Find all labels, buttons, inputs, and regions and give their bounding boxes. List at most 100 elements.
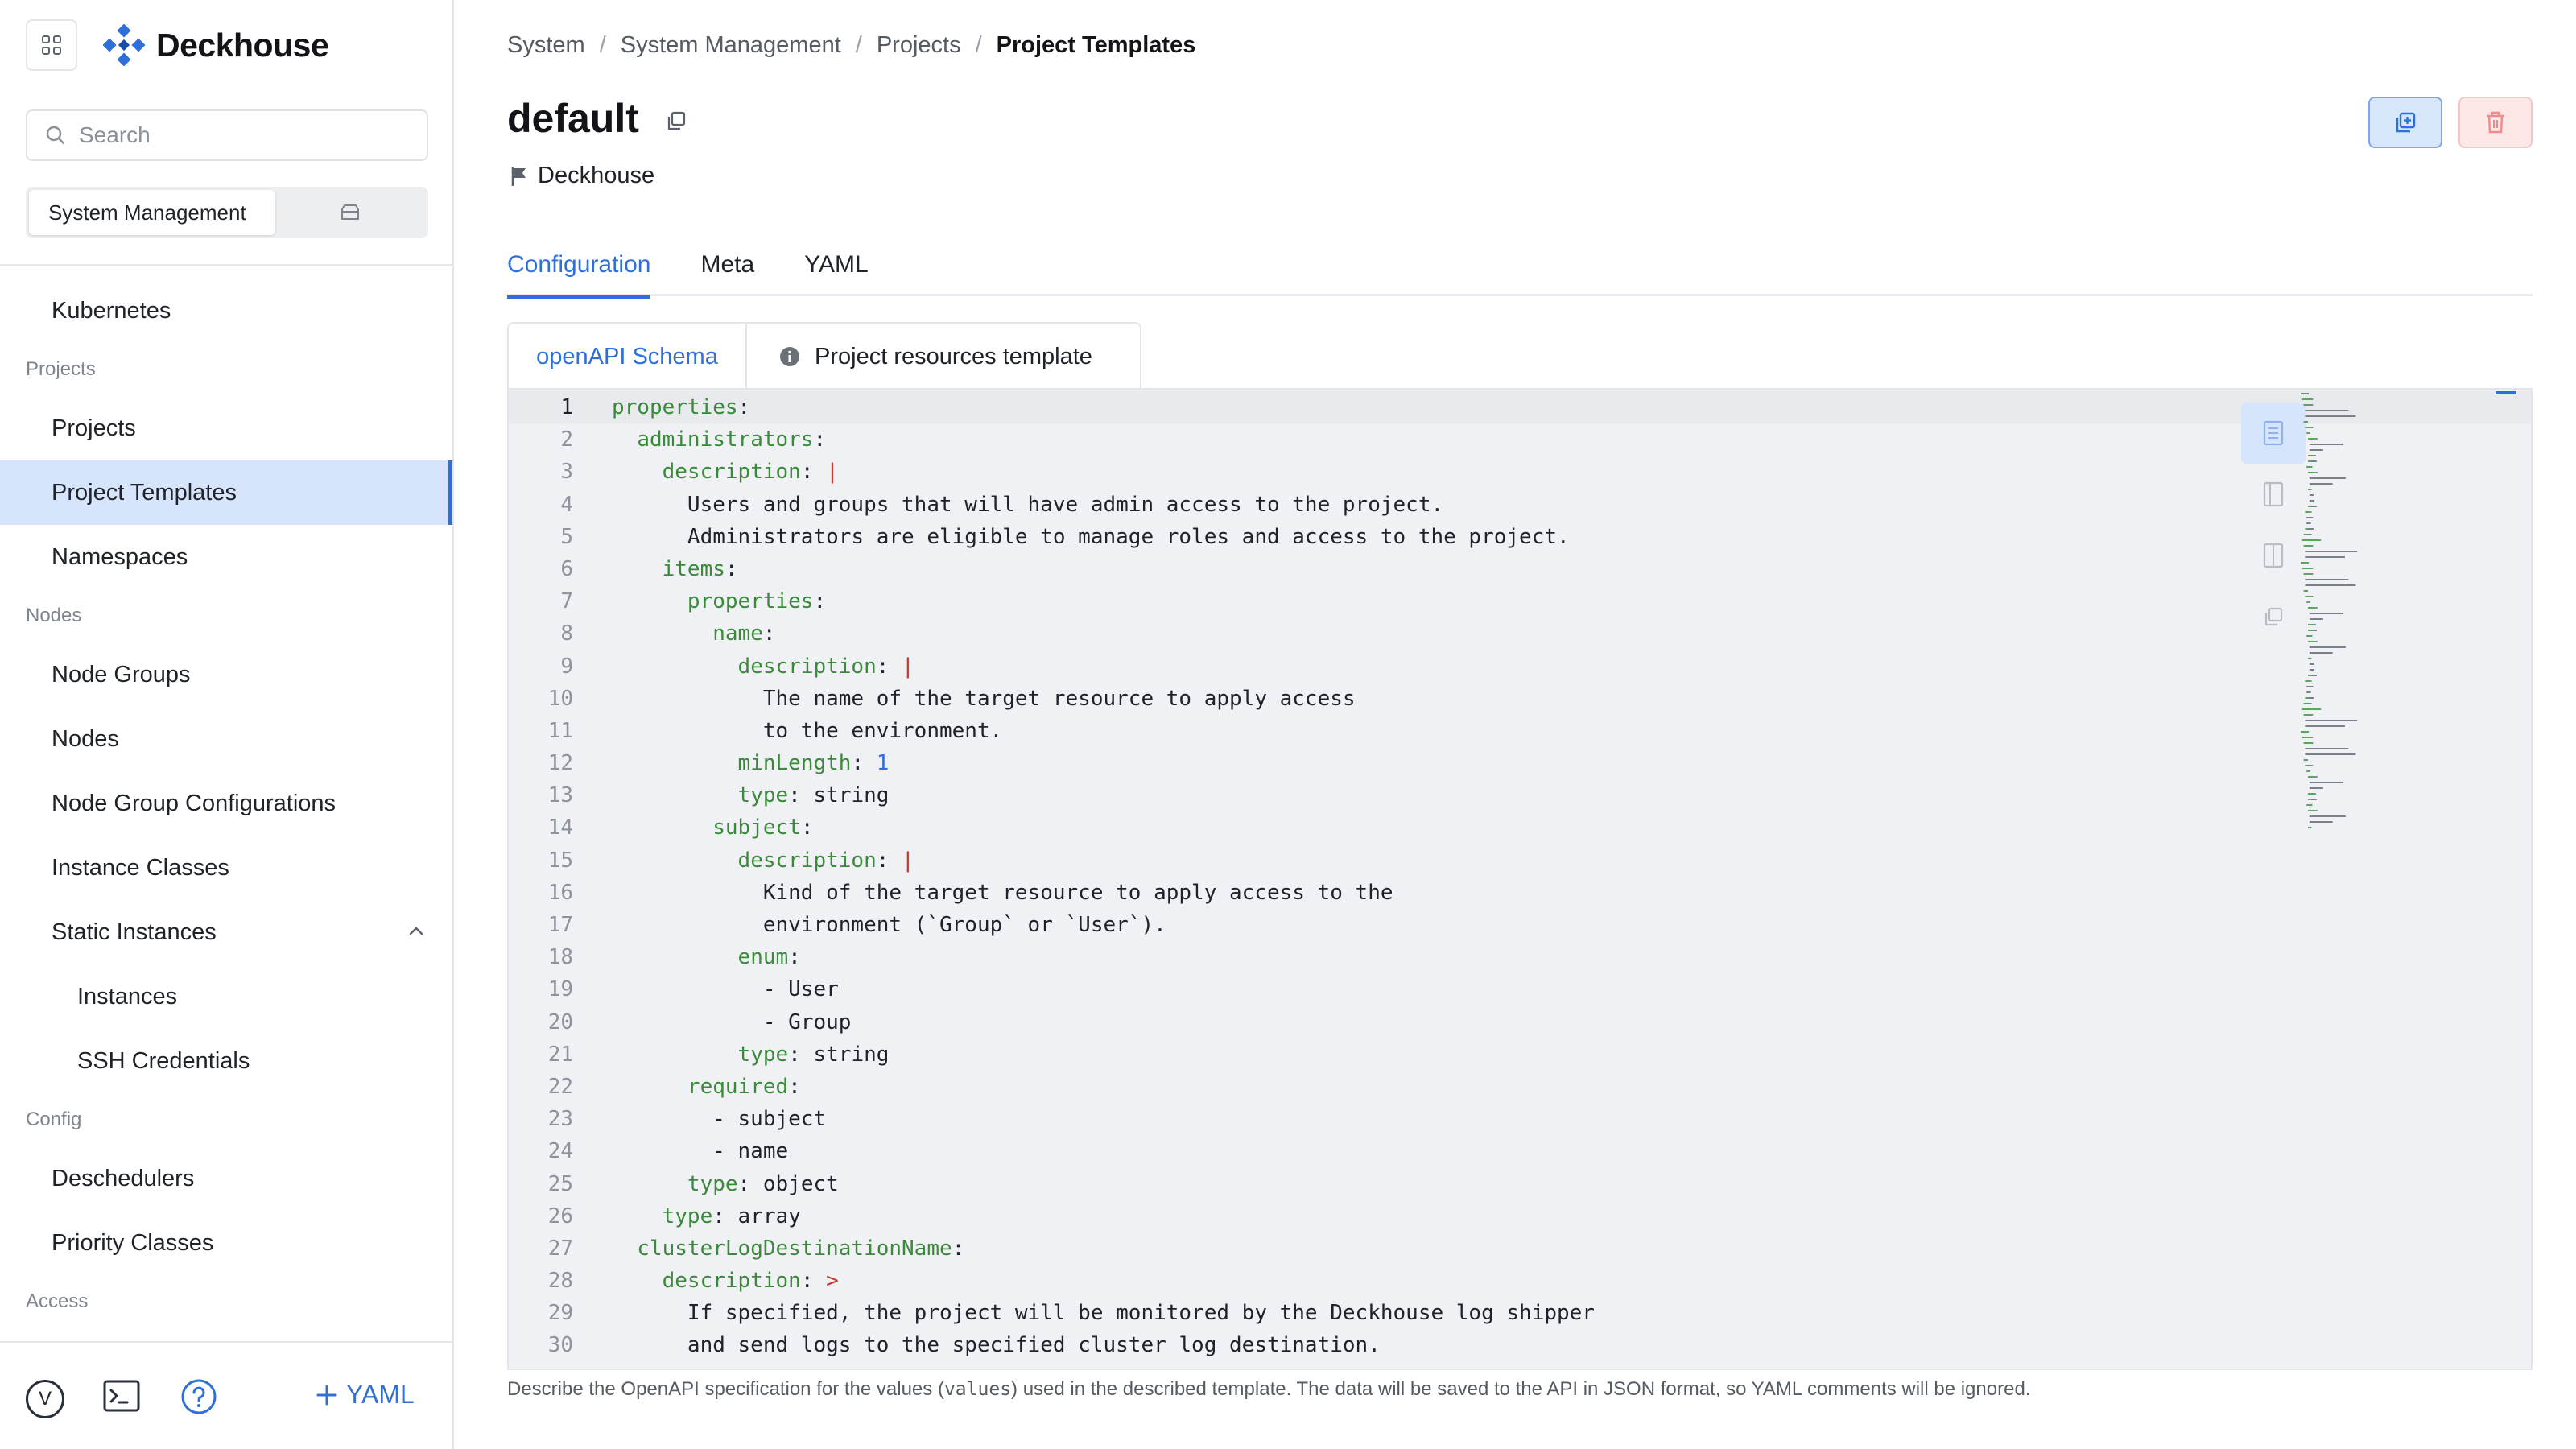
apps-grid-button[interactable]	[26, 19, 77, 71]
sidebar-divider	[0, 264, 452, 266]
nav-section-access: Access	[0, 1275, 452, 1328]
sidebar-item-deschedulers[interactable]: Deschedulers	[0, 1146, 452, 1211]
owner-label: Deckhouse	[510, 163, 654, 189]
duplicate-button[interactable]	[2368, 97, 2442, 148]
sidebar-item-node-groups[interactable]: Node Groups	[0, 642, 452, 707]
line-text: - name	[612, 1139, 789, 1164]
nav-label: Namespaces	[52, 543, 188, 570]
line-text: required:	[687, 1074, 801, 1099]
breadcrumb-item-projects[interactable]: Projects	[877, 32, 961, 59]
split-view-icon	[2263, 543, 2284, 568]
code-line: 21 type: string	[509, 1038, 2312, 1071]
breadcrumb-item-system-management[interactable]: System Management	[621, 32, 841, 59]
line-text: - subject	[612, 1107, 827, 1132]
line-text: - User	[612, 977, 839, 1002]
nav-label: Node Groups	[52, 661, 191, 687]
subtab-resources-label: Project resources template	[815, 343, 1092, 369]
main-tabs: Configuration Meta YAML	[507, 238, 2533, 299]
code-editor[interactable]: 1 properties: 2 administrators: 3 descripti…	[507, 388, 2533, 1370]
code-line: 13 type: string	[509, 779, 2312, 811]
help-button[interactable]	[180, 1378, 217, 1419]
line-text: subject:	[712, 815, 814, 840]
line-number: 29	[547, 1301, 573, 1326]
sidebar-item-ssh-credentials[interactable]: SSH Credentials	[0, 1029, 452, 1093]
code-line: 27 clusterLogDestinationName:	[509, 1232, 2312, 1265]
sidebar-item-kubernetes[interactable]: Kubernetes	[0, 279, 452, 343]
code-line: 24 - name	[509, 1135, 2312, 1167]
sidebar-item-project-templates[interactable]: Project Templates	[0, 460, 452, 525]
line-text: properties:	[612, 395, 751, 419]
line-number: 21	[547, 1042, 573, 1067]
line-number: 30	[547, 1333, 573, 1358]
sidebar-item-priority-classes[interactable]: Priority Classes	[0, 1211, 452, 1275]
copy-icon	[2264, 607, 2283, 626]
breadcrumb-separator: /	[599, 32, 606, 58]
line-text: items:	[662, 556, 738, 581]
copy-name-button[interactable]	[665, 109, 687, 136]
line-number: 19	[547, 977, 573, 1002]
delete-button[interactable]	[2458, 97, 2533, 148]
line-number: 9	[560, 654, 573, 679]
sidebar-item-node-group-configurations[interactable]: Node Group Configurations	[0, 771, 452, 836]
line-text: description: |	[737, 654, 914, 679]
line-number: 27	[547, 1236, 573, 1261]
line-text: properties:	[687, 589, 827, 614]
view-document-button[interactable]	[2241, 402, 2306, 464]
code-line: 17 environment (`Group` or `User`).	[509, 909, 2312, 941]
code-minimap[interactable]	[2297, 390, 2458, 840]
view-sidebar-button[interactable]	[2241, 464, 2306, 525]
tab-meta[interactable]: Meta	[700, 238, 754, 296]
subtab-project-resources-template[interactable]: Project resources template	[747, 322, 1141, 390]
sidebar-item-instances[interactable]: Instances	[0, 964, 452, 1029]
code-line: 29 If specified, the project will be mon…	[509, 1297, 2312, 1329]
sidebar-item-namespaces[interactable]: Namespaces	[0, 525, 452, 589]
line-text: to the environment.	[612, 718, 1003, 743]
tab-yaml[interactable]: YAML	[804, 238, 868, 296]
brand-logo[interactable]: Deckhouse	[103, 23, 329, 68]
context-projects[interactable]	[275, 190, 425, 235]
code-lines[interactable]: 1 properties: 2 administrators: 3 descripti…	[509, 391, 2312, 1362]
terminal-icon	[103, 1380, 140, 1412]
code-line: 2 administrators:	[509, 423, 2312, 456]
line-text: Kind of the target resource to apply acc…	[612, 880, 1393, 905]
sidebar-item-nodes[interactable]: Nodes	[0, 707, 452, 771]
sidebar-search[interactable]	[26, 109, 428, 161]
create-yaml-button[interactable]: YAML	[316, 1380, 415, 1410]
tab-configuration[interactable]: Configuration	[507, 238, 651, 299]
line-text: type: string	[737, 783, 890, 808]
line-text: and send logs to the specified cluster l…	[612, 1333, 1381, 1358]
terminal-button[interactable]	[103, 1380, 140, 1416]
sidebar-item-instance-classes[interactable]: Instance Classes	[0, 836, 452, 900]
nav-label: Nodes	[26, 605, 82, 626]
nav-label: Instance Classes	[52, 854, 229, 881]
line-number: 28	[547, 1269, 573, 1294]
context-system-management[interactable]: System Management	[29, 190, 275, 235]
view-split-button[interactable]	[2241, 525, 2306, 586]
sidebar-item-dex-providers[interactable]: Dex Providers	[0, 1328, 452, 1341]
line-number: 23	[547, 1107, 573, 1132]
user-avatar[interactable]: V	[26, 1380, 64, 1418]
code-line: 26 type: array	[509, 1200, 2312, 1232]
sidebar-item-static-instances[interactable]: Static Instances	[0, 900, 452, 964]
code-line: 22 required:	[509, 1071, 2312, 1103]
nav-label: Config	[26, 1108, 82, 1130]
code-line: 11 to the environment.	[509, 715, 2312, 747]
breadcrumb-separator: /	[975, 32, 982, 58]
code-line: 10 The name of the target resource to ap…	[509, 683, 2312, 715]
sidebar-item-projects[interactable]: Projects	[0, 396, 452, 460]
line-number: 25	[547, 1171, 573, 1196]
duplicate-icon	[2396, 112, 2416, 133]
breadcrumb-item-system[interactable]: System	[507, 32, 585, 59]
code-line: 15 description: |	[509, 844, 2312, 877]
line-text: minLength: 1	[737, 751, 890, 776]
copy-code-button[interactable]	[2241, 586, 2306, 647]
subtab-openapi-schema[interactable]: openAPI Schema	[507, 322, 747, 390]
line-number: 8	[560, 621, 573, 646]
search-input[interactable]	[79, 122, 401, 148]
chevron-up-icon[interactable]	[407, 923, 425, 940]
line-number: 17	[547, 913, 573, 937]
line-number: 10	[547, 686, 573, 711]
hint-text-after: ) used in the described template. The da…	[1011, 1378, 2031, 1400]
line-number: 20	[547, 1009, 573, 1034]
hint-text-before: Describe the OpenAPI specification for t…	[507, 1378, 944, 1400]
